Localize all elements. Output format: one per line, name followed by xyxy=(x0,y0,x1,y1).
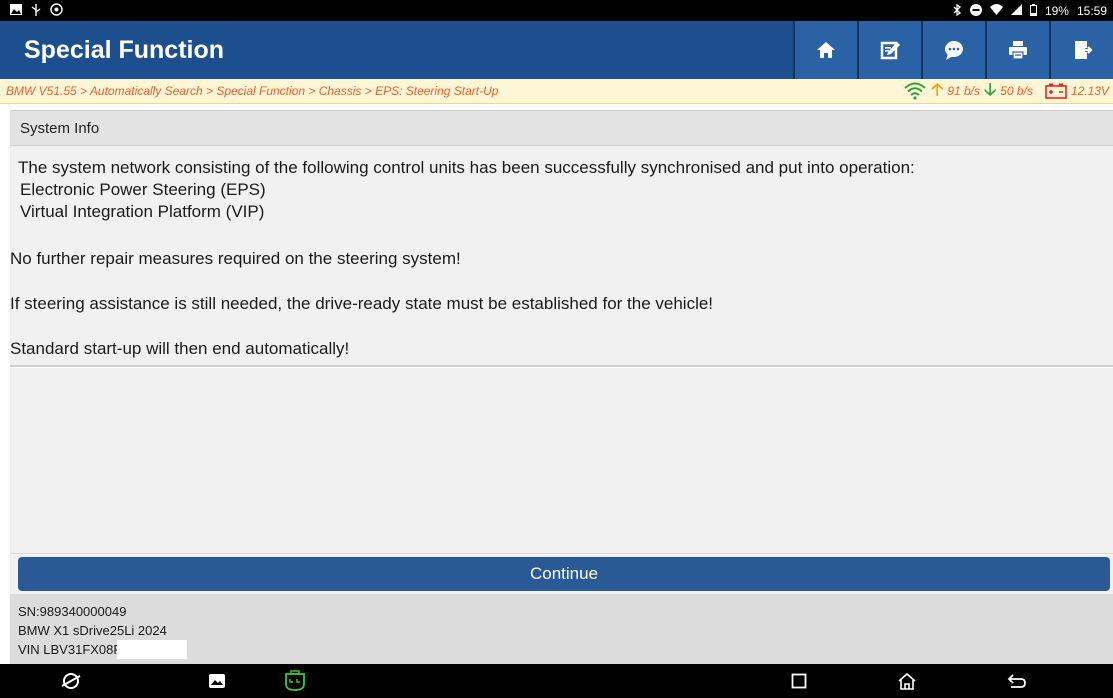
action-bar: Continue xyxy=(10,555,1113,594)
vin-number: VIN LBV31FX08F xyxy=(18,642,122,657)
vin-row: VIN LBV31FX08F xyxy=(18,640,1113,659)
android-nav-bar xyxy=(0,664,1113,698)
battery-percent: 19% xyxy=(1044,3,1069,18)
message-button[interactable] xyxy=(921,21,985,79)
bluetooth-icon xyxy=(953,3,962,18)
exit-button[interactable] xyxy=(1049,21,1113,79)
section-title: System Info xyxy=(10,110,1113,146)
vpn-icon xyxy=(50,3,63,18)
message-line: The system network consisting of the fol… xyxy=(18,158,915,177)
wifi-icon xyxy=(903,82,927,100)
app-screen: 19% 15:59 Special Function BMW V51.55 > … xyxy=(0,0,1113,698)
print-icon xyxy=(1009,41,1027,60)
android-status-bar: 19% 15:59 xyxy=(0,0,1113,21)
battery-voltage: 12.13V xyxy=(1070,84,1109,98)
gallery-button[interactable] xyxy=(202,664,232,698)
connection-status: 🡡 91 b/s 🡣 50 b/s 12.13V xyxy=(903,77,1109,106)
back-button[interactable] xyxy=(1002,664,1032,698)
app-header: Special Function xyxy=(0,21,1113,79)
download-arrow-icon: 🡣 xyxy=(984,79,997,99)
empty-panel xyxy=(10,368,1113,554)
device-info: SN:989340000049 BMW X1 sDrive25Li 2024 V… xyxy=(10,594,1113,664)
usb-icon xyxy=(30,3,42,18)
print-button[interactable] xyxy=(985,21,1049,79)
edit-button[interactable] xyxy=(857,21,921,79)
upload-arrow-icon: 🡡 xyxy=(931,79,944,99)
home-nav-button[interactable] xyxy=(892,664,922,698)
control-unit-item: Virtual Integration Platform (VIP) xyxy=(20,202,265,221)
header-toolbar xyxy=(793,21,1113,79)
signal-icon xyxy=(1010,4,1022,17)
home-button[interactable] xyxy=(793,21,857,79)
control-unit-item: Electronic Power Steering (EPS) xyxy=(20,180,266,199)
download-rate: 50 b/s xyxy=(1000,84,1033,98)
battery-status-icon xyxy=(1029,3,1037,18)
home-icon xyxy=(817,42,835,58)
vin-redaction xyxy=(117,640,188,659)
home-nav-icon xyxy=(898,672,916,690)
do-not-disturb-icon xyxy=(969,3,982,18)
breadcrumb-bar: BMW V51.55 > Automatically Search > Spec… xyxy=(0,79,1113,104)
breadcrumb: BMW V51.55 > Automatically Search > Spec… xyxy=(6,84,499,98)
continue-button[interactable]: Continue xyxy=(18,557,1110,591)
exit-icon xyxy=(1075,41,1093,59)
planet-icon xyxy=(61,673,81,689)
edit-icon xyxy=(880,41,900,60)
message-line: No further repair measures required on t… xyxy=(10,249,461,268)
left-margin xyxy=(0,104,10,264)
vci-icon xyxy=(285,670,305,691)
message-line: Standard start-up will then end automati… xyxy=(10,339,350,358)
wifi-status-icon xyxy=(989,4,1003,17)
vci-button[interactable] xyxy=(280,664,310,698)
serial-number: SN:989340000049 xyxy=(18,604,127,619)
message-panel: The system network consisting of the fol… xyxy=(10,146,1113,367)
recents-icon xyxy=(791,673,807,689)
upload-rate: 91 b/s xyxy=(947,84,981,98)
image-notification-icon xyxy=(10,4,22,17)
recents-button[interactable] xyxy=(784,664,814,698)
message-line: If steering assistance is still needed, … xyxy=(10,294,714,313)
message-icon xyxy=(945,41,963,60)
back-icon xyxy=(1007,674,1026,688)
car-battery-icon xyxy=(1045,83,1067,99)
gallery-icon xyxy=(209,674,225,688)
clock: 15:59 xyxy=(1076,3,1107,18)
browser-button[interactable] xyxy=(56,664,86,698)
vehicle-model: BMW X1 sDrive25Li 2024 xyxy=(18,623,167,638)
page-title: Special Function xyxy=(24,35,225,64)
